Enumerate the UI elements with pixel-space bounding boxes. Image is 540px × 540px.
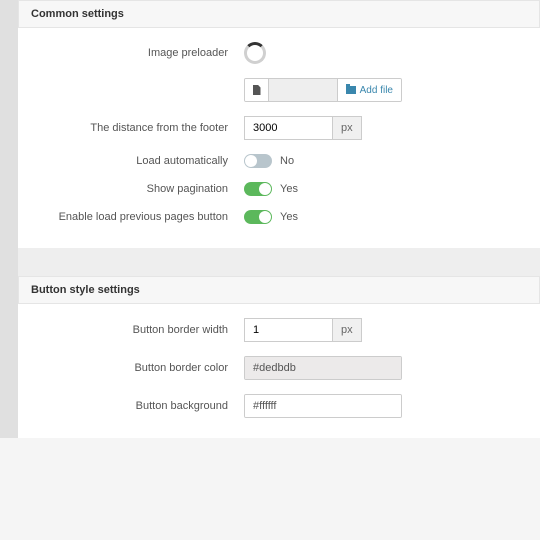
folder-icon [346, 86, 356, 94]
label-enable-prev: Enable load previous pages button [34, 211, 244, 223]
section-body-button-style: Button border width px Button border col… [18, 304, 540, 438]
border-width-input-group: px [244, 318, 362, 342]
section-body-common: Image preloader Add file [18, 28, 540, 248]
file-name-field [269, 79, 337, 101]
toggle-enable-prev-state: Yes [280, 211, 298, 223]
toggle-show-pagination-state: Yes [280, 183, 298, 195]
border-color-input[interactable] [245, 357, 402, 379]
toggle-load-auto-state: No [280, 155, 294, 167]
add-file-label: Add file [360, 85, 393, 96]
border-width-unit: px [332, 318, 362, 342]
label-border-width: Button border width [34, 324, 244, 336]
file-input-group[interactable]: Add file [244, 78, 402, 102]
label-background: Button background [34, 400, 244, 412]
toggle-enable-prev[interactable] [244, 210, 272, 224]
section-header-common: Common settings [18, 0, 540, 28]
label-load-auto: Load automatically [34, 155, 244, 167]
label-border-color: Button border color [34, 362, 244, 374]
distance-input[interactable] [244, 116, 332, 140]
label-image-preloader: Image preloader [34, 47, 244, 59]
toggle-load-auto[interactable] [244, 154, 272, 168]
distance-input-group: px [244, 116, 362, 140]
background-color-input[interactable] [245, 395, 402, 417]
label-show-pagination: Show pagination [34, 183, 244, 195]
add-file-button[interactable]: Add file [337, 79, 401, 101]
distance-unit: px [332, 116, 362, 140]
toggle-show-pagination[interactable] [244, 182, 272, 196]
border-width-input[interactable] [244, 318, 332, 342]
spinner-icon [244, 42, 266, 64]
document-icon [245, 79, 269, 101]
section-header-button-style: Button style settings [18, 276, 540, 304]
background-color-group [244, 394, 402, 418]
section-gap [18, 248, 540, 276]
label-distance: The distance from the footer [34, 122, 244, 134]
border-color-group [244, 356, 402, 380]
